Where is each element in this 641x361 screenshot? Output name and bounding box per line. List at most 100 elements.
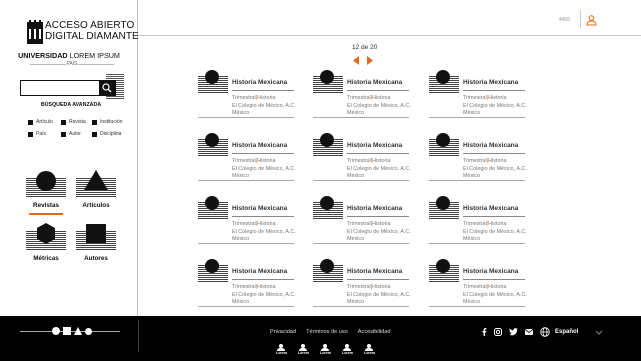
- divider: [198, 117, 294, 118]
- journal-title[interactable]: Historia Mexicana: [463, 79, 518, 86]
- category-picture: [76, 223, 116, 253]
- category-picture: [26, 170, 66, 200]
- journal-subject: Historia: [488, 158, 507, 164]
- journal-frequency-subject: Trimestral|Historia: [232, 158, 296, 166]
- circle-icon: [436, 70, 450, 84]
- twitter-icon[interactable]: [509, 328, 518, 336]
- checkbox[interactable]: [28, 119, 33, 125]
- circle-icon: [436, 259, 450, 273]
- journal-meta: Trimestral|Historia El Colegio de México,…: [347, 284, 411, 307]
- journal-title[interactable]: Historia Mexicana: [232, 268, 287, 275]
- circle-icon: [320, 196, 334, 210]
- person-item[interactable]: Lorem: [364, 344, 375, 355]
- journal-title[interactable]: Historia Mexicana: [232, 79, 287, 86]
- journal-subject: Historia: [488, 95, 507, 101]
- journal-card[interactable]: Historia Mexicana Trimestral|Historia El C…: [313, 133, 411, 181]
- journal-card[interactable]: Historia Mexicana Trimestral|Historia El C…: [429, 196, 527, 244]
- filter-label: Institución: [100, 119, 123, 125]
- checkbox[interactable]: [61, 131, 66, 137]
- instagram-icon[interactable]: [494, 328, 502, 336]
- circle-icon: [205, 196, 219, 210]
- journal-cover: [429, 133, 459, 158]
- search-button[interactable]: [99, 81, 115, 95]
- person-item[interactable]: Lorem: [298, 344, 309, 355]
- journal-card[interactable]: Historia Mexicana Trimestral|Historia El C…: [198, 133, 296, 181]
- square-icon: [86, 224, 106, 243]
- email-icon[interactable]: [525, 329, 533, 335]
- journal-title[interactable]: Historia Mexicana: [463, 205, 518, 212]
- journal-card[interactable]: Historia Mexicana Trimestral|Historia El C…: [429, 70, 527, 118]
- terms-link[interactable]: Términos de uso: [306, 329, 348, 335]
- divider: [138, 320, 139, 352]
- journal-card[interactable]: Historia Mexicana Trimestral|Historia El C…: [313, 259, 411, 307]
- site-logo[interactable]: ACCESO ABIERTO DIGITAL DIAMANTE: [27, 20, 139, 46]
- journal-publisher: El Colegio de México, A.C.: [463, 228, 527, 235]
- divider: [78, 64, 114, 65]
- filter-label: Revista: [69, 119, 86, 125]
- journal-title[interactable]: Historia Mexicana: [347, 79, 402, 86]
- category-revistas[interactable]: Revistas: [24, 170, 68, 209]
- search-box: [20, 80, 116, 96]
- journal-publisher: El Colegio de México, A.C.: [232, 165, 296, 172]
- journal-cover: [313, 259, 343, 284]
- journal-publisher: El Colegio de México, A.C.: [347, 291, 411, 298]
- circle-icon: [36, 171, 56, 191]
- journal-publisher: El Colegio de México, A.C.: [463, 165, 527, 172]
- journal-title[interactable]: Historia Mexicana: [347, 268, 402, 275]
- journal-card[interactable]: Historia Mexicana Trimestral|Historia El C…: [198, 196, 296, 244]
- journal-frequency: Trimestral: [232, 158, 256, 164]
- divider: [313, 243, 409, 244]
- journal-card[interactable]: Historia Mexicana Trimestral|Historia El C…: [429, 259, 527, 307]
- journal-title[interactable]: Historia Mexicana: [463, 268, 518, 275]
- filter-option-revista[interactable]: Revista: [61, 119, 86, 125]
- circle-icon: [320, 133, 334, 147]
- checkbox[interactable]: [92, 119, 97, 125]
- filter-option-pais[interactable]: País: [28, 131, 46, 137]
- category-articulos[interactable]: Artículos: [74, 170, 118, 209]
- arrow-left-icon[interactable]: [353, 56, 360, 65]
- filter-option-institucion[interactable]: Institución: [92, 119, 123, 125]
- divider: [463, 90, 525, 91]
- person-label: Lorem: [342, 351, 353, 355]
- filter-option-disciplina[interactable]: Disciplina: [92, 131, 121, 137]
- journal-meta: Trimestral|Historia El Colegio de México,…: [463, 95, 527, 118]
- circle-icon: [85, 327, 92, 335]
- person-item[interactable]: Lorem: [320, 344, 331, 355]
- checkbox[interactable]: [28, 131, 33, 137]
- journal-title[interactable]: Historia Mexicana: [232, 205, 287, 212]
- facebook-icon[interactable]: [482, 328, 487, 336]
- privacy-link[interactable]: Privacidad: [270, 329, 296, 335]
- checkbox[interactable]: [61, 119, 66, 125]
- journal-frequency: Trimestral: [463, 284, 487, 290]
- search-input[interactable]: [21, 81, 99, 95]
- category-metricas[interactable]: Métricas: [24, 223, 68, 262]
- advanced-search-link[interactable]: BÚSQUEDA AVANZADA: [0, 102, 142, 108]
- journal-card[interactable]: Historia Mexicana Trimestral|Historia El C…: [198, 70, 296, 118]
- filter-option-articulo[interactable]: Artículo: [28, 119, 53, 125]
- arrow-right-icon[interactable]: [366, 56, 373, 65]
- journal-title[interactable]: Historia Mexicana: [347, 142, 402, 149]
- user-icon[interactable]: [586, 15, 597, 26]
- journal-meta: Trimestral|Historia El Colegio de México,…: [463, 284, 527, 307]
- journal-title[interactable]: Historia Mexicana: [463, 142, 518, 149]
- divider: [313, 117, 409, 118]
- checkbox[interactable]: [92, 131, 97, 137]
- journal-title[interactable]: Historia Mexicana: [347, 205, 402, 212]
- language-selector[interactable]: Español: [540, 327, 603, 337]
- category-label: Artículos: [82, 202, 110, 209]
- journal-card[interactable]: Historia Mexicana Trimestral|Historia El C…: [313, 70, 411, 118]
- circle-icon: [320, 70, 334, 84]
- person-item[interactable]: Lorem: [276, 344, 287, 355]
- category-autores[interactable]: Autores: [74, 223, 118, 262]
- journal-card[interactable]: Historia Mexicana Trimestral|Historia El C…: [429, 133, 527, 181]
- journal-frequency: Trimestral: [347, 95, 371, 101]
- journal-frequency: Trimestral: [463, 95, 487, 101]
- person-item[interactable]: Lorem: [342, 344, 353, 355]
- journal-title[interactable]: Historia Mexicana: [232, 142, 287, 149]
- accessibility-link[interactable]: Accesibilidad: [358, 329, 391, 335]
- filter-option-autor[interactable]: Autor: [61, 131, 81, 137]
- divider: [313, 180, 409, 181]
- journal-card[interactable]: Historia Mexicana Trimestral|Historia El C…: [198, 259, 296, 307]
- journal-meta: Trimestral|Historia El Colegio de México,…: [347, 221, 411, 244]
- journal-card[interactable]: Historia Mexicana Trimestral|Historia El C…: [313, 196, 411, 244]
